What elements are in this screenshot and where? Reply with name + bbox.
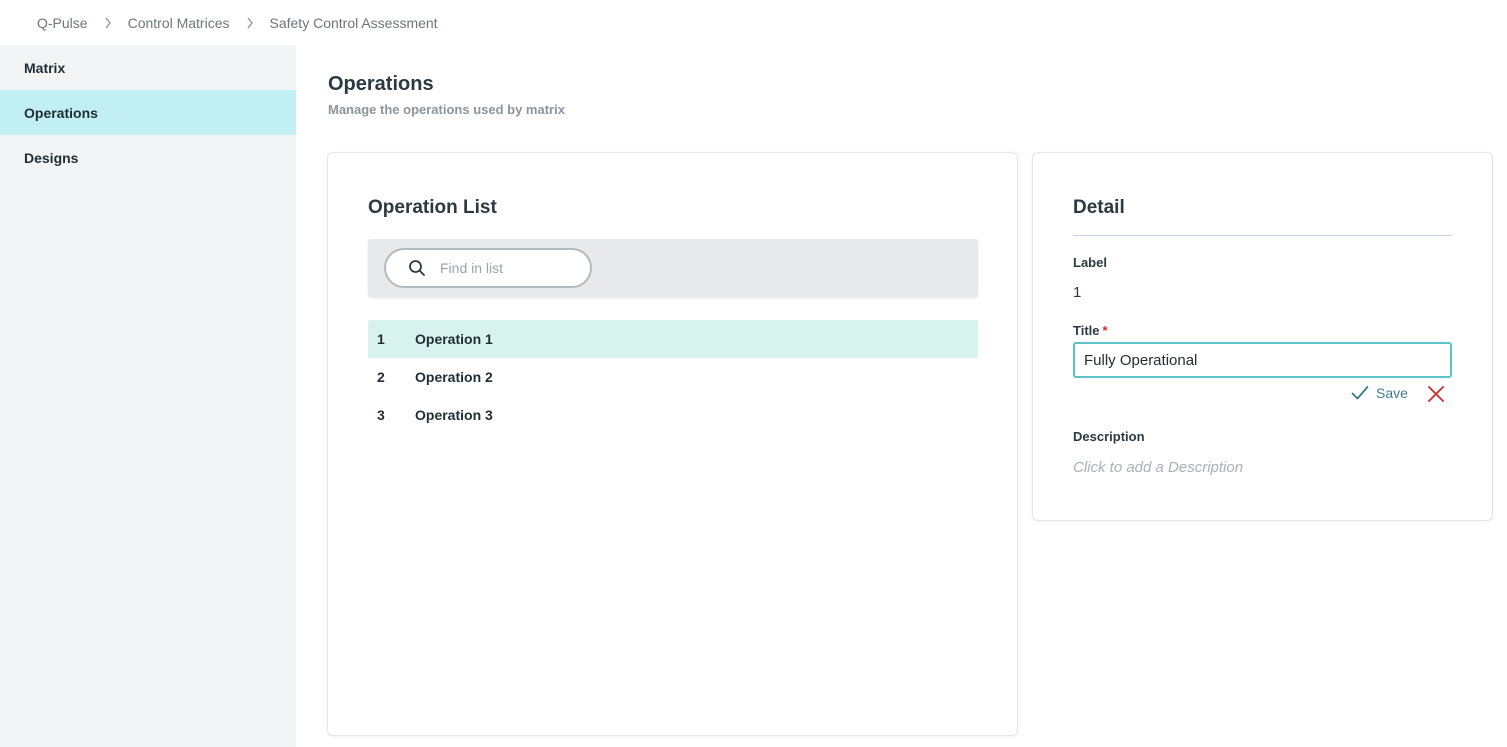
detail-title: Detail	[1073, 197, 1125, 218]
sidebar-item-operations[interactable]: Operations	[0, 90, 296, 135]
breadcrumb-item-qpulse[interactable]: Q-Pulse	[37, 15, 88, 31]
title-field-label: Title *	[1073, 323, 1108, 338]
operation-list: 1 Operation 1 2 Operation 2 3 Operation …	[368, 320, 978, 434]
divider	[1073, 235, 1452, 236]
breadcrumb-item-current: Safety Control Assessment	[269, 14, 438, 31]
chevron-right-icon	[246, 16, 256, 30]
checkmark-icon	[1351, 385, 1369, 401]
save-label: Save	[1376, 385, 1408, 401]
sidebar-item-matrix[interactable]: Matrix	[0, 45, 296, 90]
save-button[interactable]: Save	[1351, 385, 1408, 401]
page-title: Operations	[328, 73, 434, 95]
required-marker: *	[1102, 323, 1108, 338]
search-box[interactable]	[384, 248, 592, 288]
breadcrumb: Q-Pulse Control Matrices Safety Control …	[0, 0, 1507, 45]
list-item-number: 1	[377, 331, 385, 347]
list-item-number: 2	[377, 369, 385, 385]
list-item-name: Operation 3	[415, 407, 493, 423]
title-input[interactable]	[1073, 342, 1452, 378]
sidebar-item-designs[interactable]: Designs	[0, 135, 296, 180]
list-item-name: Operation 1	[415, 331, 493, 347]
list-item[interactable]: 1 Operation 1	[368, 320, 978, 358]
list-item-name: Operation 2	[415, 369, 493, 385]
search-input[interactable]	[440, 260, 570, 276]
list-item[interactable]: 2 Operation 2	[368, 358, 978, 396]
description-field-label: Description	[1073, 429, 1145, 444]
label-value: 1	[1073, 284, 1082, 301]
operation-list-title: Operation List	[368, 197, 497, 218]
page-subtitle: Manage the operations used by matrix	[328, 102, 565, 117]
detail-card: Detail Label 1 Title* Save Description C…	[1032, 152, 1493, 521]
close-icon[interactable]	[1427, 385, 1445, 403]
search-icon	[408, 259, 426, 277]
sidebar: Matrix Operations Designs	[0, 45, 296, 747]
description-placeholder[interactable]: Click to add a Description	[1073, 459, 1243, 476]
operation-list-card: Operation List 1 Operation 1 2 Operation…	[327, 152, 1018, 736]
breadcrumb-item-control-matrices[interactable]: Control Matrices	[128, 15, 230, 31]
list-item[interactable]: 3 Operation 3	[368, 396, 978, 434]
label-field-label: Label	[1073, 255, 1107, 270]
chevron-right-icon	[104, 16, 114, 30]
list-item-number: 3	[377, 407, 385, 423]
search-toolbar	[368, 239, 978, 297]
title-label-text: Title	[1073, 323, 1100, 338]
